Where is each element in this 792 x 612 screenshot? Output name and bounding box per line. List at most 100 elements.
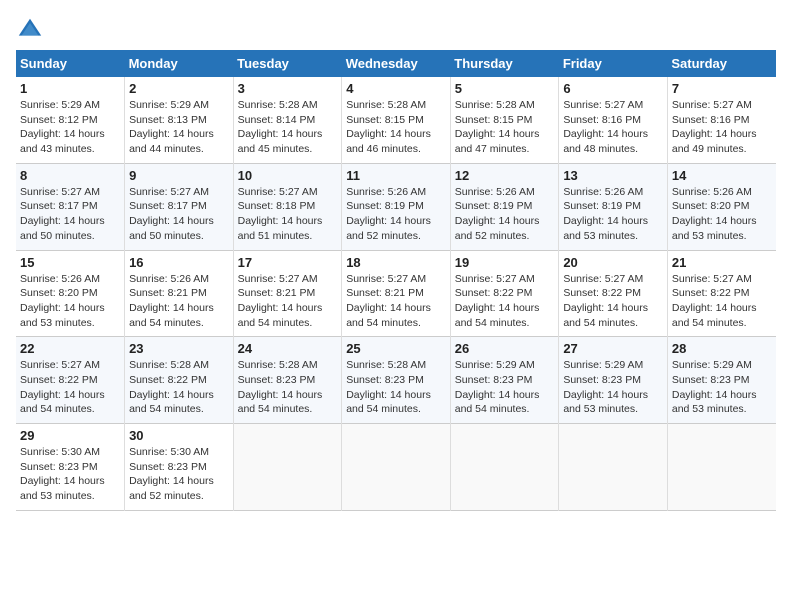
- day-info: Sunrise: 5:29 AMSunset: 8:13 PMDaylight:…: [129, 98, 229, 157]
- calendar-week-5: 29 Sunrise: 5:30 AMSunset: 8:23 PMDayligh…: [16, 424, 776, 511]
- day-number: 10: [238, 168, 338, 183]
- day-info: Sunrise: 5:28 AMSunset: 8:14 PMDaylight:…: [238, 98, 338, 157]
- logo: [16, 16, 48, 44]
- day-info: Sunrise: 5:28 AMSunset: 8:15 PMDaylight:…: [455, 98, 555, 157]
- day-number: 14: [672, 168, 772, 183]
- calendar-cell: 13Sunrise: 5:26 AMSunset: 8:19 PMDayligh…: [559, 163, 668, 250]
- day-number: 20: [563, 255, 663, 270]
- calendar-cell: 20 Sunrise: 5:27 AMSunset: 8:22 PMDayligh…: [559, 250, 668, 337]
- calendar-cell: 17 Sunrise: 5:27 AMSunset: 8:21 PMDayligh…: [233, 250, 342, 337]
- day-number: 15: [20, 255, 120, 270]
- calendar-cell: 19 Sunrise: 5:27 AMSunset: 8:22 PMDayligh…: [450, 250, 559, 337]
- day-info: Sunrise: 5:27 AMSunset: 8:21 PMDaylight:…: [346, 272, 446, 331]
- calendar-cell: 8 Sunrise: 5:27 AMSunset: 8:17 PMDaylight…: [16, 163, 125, 250]
- day-info: Sunrise: 5:27 AMSunset: 8:22 PMDaylight:…: [563, 272, 663, 331]
- day-number: 3: [238, 81, 338, 96]
- day-number: 6: [563, 81, 663, 96]
- calendar-cell: 4Sunrise: 5:28 AMSunset: 8:15 PMDaylight…: [342, 77, 451, 163]
- day-info: Sunrise: 5:27 AMSunset: 8:17 PMDaylight:…: [20, 185, 120, 244]
- weekday-header-tuesday: Tuesday: [233, 50, 342, 77]
- day-info: Sunrise: 5:27 AMSunset: 8:16 PMDaylight:…: [563, 98, 663, 157]
- calendar-cell: 6 Sunrise: 5:27 AMSunset: 8:16 PMDaylight…: [559, 77, 668, 163]
- calendar-table: SundayMondayTuesdayWednesdayThursdayFrid…: [16, 50, 776, 511]
- calendar-cell: [233, 424, 342, 511]
- calendar-cell: 28 Sunrise: 5:29 AMSunset: 8:23 PMDayligh…: [667, 337, 776, 424]
- day-info: Sunrise: 5:29 AMSunset: 8:23 PMDaylight:…: [672, 358, 772, 417]
- calendar-cell: [342, 424, 451, 511]
- calendar-cell: 3 Sunrise: 5:28 AMSunset: 8:14 PMDaylight…: [233, 77, 342, 163]
- calendar-cell: 5 Sunrise: 5:28 AMSunset: 8:15 PMDaylight…: [450, 77, 559, 163]
- day-number: 30: [129, 428, 229, 443]
- calendar-cell: 1 Sunrise: 5:29 AMSunset: 8:12 PMDaylight…: [16, 77, 125, 163]
- day-info: Sunrise: 5:28 AMSunset: 8:15 PMDaylight:…: [346, 98, 446, 157]
- weekday-header-monday: Monday: [125, 50, 234, 77]
- calendar-cell: 30 Sunrise: 5:30 AMSunset: 8:23 PMDayligh…: [125, 424, 234, 511]
- day-info: Sunrise: 5:27 AMSunset: 8:21 PMDaylight:…: [238, 272, 338, 331]
- calendar-cell: [559, 424, 668, 511]
- calendar-cell: 11 Sunrise: 5:26 AMSunset: 8:19 PMDayligh…: [342, 163, 451, 250]
- weekday-header-thursday: Thursday: [450, 50, 559, 77]
- day-info: Sunrise: 5:27 AMSunset: 8:16 PMDaylight:…: [672, 98, 772, 157]
- calendar-week-2: 8 Sunrise: 5:27 AMSunset: 8:17 PMDaylight…: [16, 163, 776, 250]
- logo-icon: [16, 16, 44, 44]
- day-number: 26: [455, 341, 555, 356]
- day-info: Sunrise: 5:26 AMSunset: 8:19 PMDaylight:…: [455, 185, 555, 244]
- day-number: 5: [455, 81, 555, 96]
- day-info: Sunrise: 5:26 AMSunset: 8:19 PMDaylight:…: [346, 185, 446, 244]
- weekday-header-sunday: Sunday: [16, 50, 125, 77]
- day-number: 29: [20, 428, 120, 443]
- day-info: Sunrise: 5:27 AMSunset: 8:17 PMDaylight:…: [129, 185, 229, 244]
- day-info: Sunrise: 5:26 AMSunset: 8:20 PMDaylight:…: [672, 185, 772, 244]
- day-number: 23: [129, 341, 229, 356]
- calendar-cell: 9Sunrise: 5:27 AMSunset: 8:17 PMDaylight…: [125, 163, 234, 250]
- day-number: 17: [238, 255, 338, 270]
- weekday-header-wednesday: Wednesday: [342, 50, 451, 77]
- day-number: 2: [129, 81, 229, 96]
- day-info: Sunrise: 5:30 AMSunset: 8:23 PMDaylight:…: [20, 445, 120, 504]
- calendar-cell: 2 Sunrise: 5:29 AMSunset: 8:13 PMDaylight…: [125, 77, 234, 163]
- day-number: 12: [455, 168, 555, 183]
- day-info: Sunrise: 5:27 AMSunset: 8:22 PMDaylight:…: [672, 272, 772, 331]
- calendar-cell: 21Sunrise: 5:27 AMSunset: 8:22 PMDayligh…: [667, 250, 776, 337]
- calendar-header: SundayMondayTuesdayWednesdayThursdayFrid…: [16, 50, 776, 77]
- calendar-cell: 25Sunrise: 5:28 AMSunset: 8:23 PMDayligh…: [342, 337, 451, 424]
- calendar-cell: [667, 424, 776, 511]
- weekday-header-saturday: Saturday: [667, 50, 776, 77]
- calendar-cell: 12 Sunrise: 5:26 AMSunset: 8:19 PMDayligh…: [450, 163, 559, 250]
- day-info: Sunrise: 5:29 AMSunset: 8:12 PMDaylight:…: [20, 98, 120, 157]
- day-number: 19: [455, 255, 555, 270]
- calendar-cell: 29 Sunrise: 5:30 AMSunset: 8:23 PMDayligh…: [16, 424, 125, 511]
- day-info: Sunrise: 5:29 AMSunset: 8:23 PMDaylight:…: [455, 358, 555, 417]
- day-info: Sunrise: 5:26 AMSunset: 8:20 PMDaylight:…: [20, 272, 120, 331]
- day-number: 7: [672, 81, 772, 96]
- calendar-week-1: 1 Sunrise: 5:29 AMSunset: 8:12 PMDaylight…: [16, 77, 776, 163]
- day-number: 27: [563, 341, 663, 356]
- calendar-cell: 26 Sunrise: 5:29 AMSunset: 8:23 PMDayligh…: [450, 337, 559, 424]
- calendar-cell: 24 Sunrise: 5:28 AMSunset: 8:23 PMDayligh…: [233, 337, 342, 424]
- day-number: 8: [20, 168, 120, 183]
- weekday-header-friday: Friday: [559, 50, 668, 77]
- day-info: Sunrise: 5:28 AMSunset: 8:23 PMDaylight:…: [238, 358, 338, 417]
- day-number: 18: [346, 255, 446, 270]
- day-number: 28: [672, 341, 772, 356]
- day-number: 11: [346, 168, 446, 183]
- day-info: Sunrise: 5:27 AMSunset: 8:22 PMDaylight:…: [20, 358, 120, 417]
- calendar-cell: 10 Sunrise: 5:27 AMSunset: 8:18 PMDayligh…: [233, 163, 342, 250]
- calendar-cell: 23Sunrise: 5:28 AMSunset: 8:22 PMDayligh…: [125, 337, 234, 424]
- day-info: Sunrise: 5:27 AMSunset: 8:18 PMDaylight:…: [238, 185, 338, 244]
- day-info: Sunrise: 5:30 AMSunset: 8:23 PMDaylight:…: [129, 445, 229, 504]
- calendar-cell: 15 Sunrise: 5:26 AMSunset: 8:20 PMDayligh…: [16, 250, 125, 337]
- calendar-cell: 7 Sunrise: 5:27 AMSunset: 8:16 PMDaylight…: [667, 77, 776, 163]
- day-info: Sunrise: 5:27 AMSunset: 8:22 PMDaylight:…: [455, 272, 555, 331]
- day-number: 13: [563, 168, 663, 183]
- day-info: Sunrise: 5:28 AMSunset: 8:23 PMDaylight:…: [346, 358, 446, 417]
- calendar-cell: 18 Sunrise: 5:27 AMSunset: 8:21 PMDayligh…: [342, 250, 451, 337]
- calendar-cell: 27Sunrise: 5:29 AMSunset: 8:23 PMDayligh…: [559, 337, 668, 424]
- calendar-body: 1 Sunrise: 5:29 AMSunset: 8:12 PMDaylight…: [16, 77, 776, 510]
- calendar-cell: 16Sunrise: 5:26 AMSunset: 8:21 PMDayligh…: [125, 250, 234, 337]
- weekday-row: SundayMondayTuesdayWednesdayThursdayFrid…: [16, 50, 776, 77]
- day-number: 24: [238, 341, 338, 356]
- calendar-cell: 22Sunrise: 5:27 AMSunset: 8:22 PMDayligh…: [16, 337, 125, 424]
- day-number: 1: [20, 81, 120, 96]
- calendar-week-3: 15 Sunrise: 5:26 AMSunset: 8:20 PMDayligh…: [16, 250, 776, 337]
